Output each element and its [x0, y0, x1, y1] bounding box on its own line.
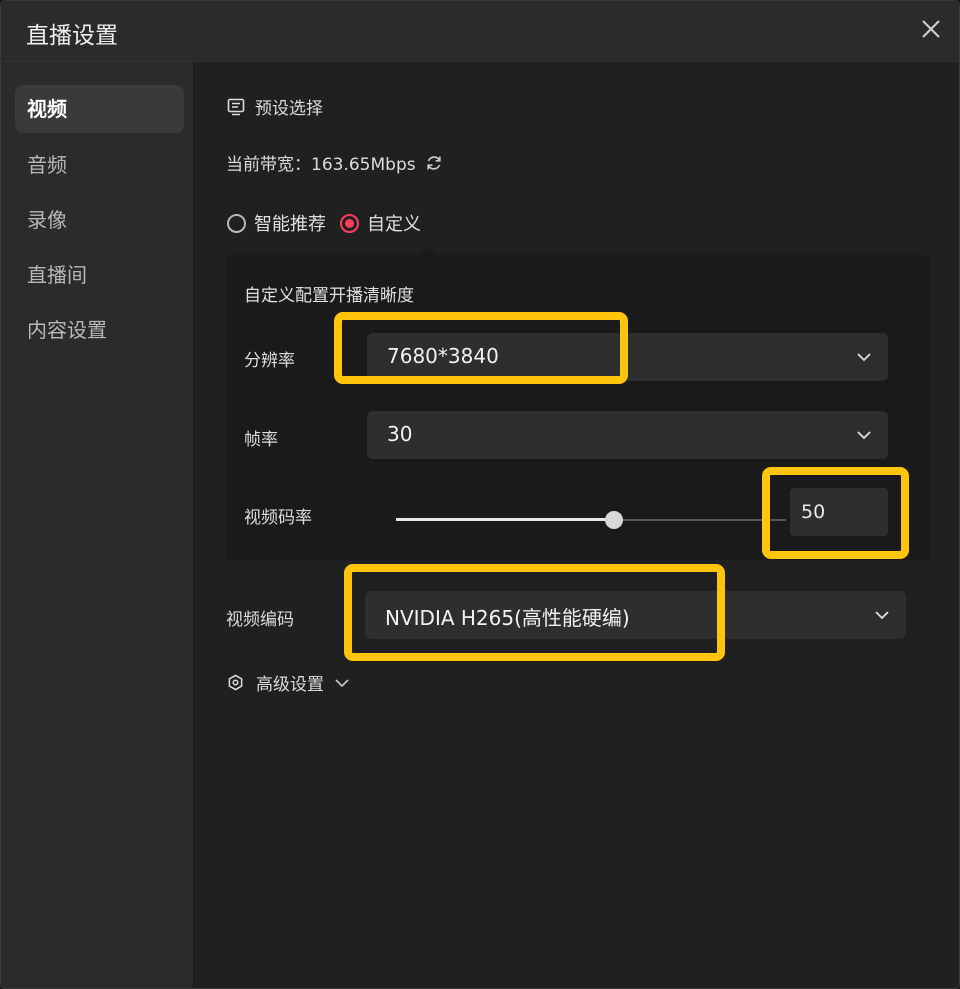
- advanced-settings-label: 高级设置: [256, 675, 324, 695]
- close-button[interactable]: [917, 15, 945, 43]
- sidebar-item-video[interactable]: 视频: [15, 85, 184, 133]
- sidebar-item-recording[interactable]: 录像: [15, 196, 184, 244]
- custom-config-title: 自定义配置开播清晰度: [244, 286, 414, 306]
- refresh-icon[interactable]: [424, 153, 444, 173]
- slider-thumb[interactable]: [605, 511, 623, 529]
- mode-radio-group: 智能推荐 自定义: [227, 210, 435, 236]
- sidebar: 视频 音频 录像 直播间 内容设置: [1, 62, 194, 988]
- main-panel: 预设选择 当前带宽：163.65Mbps 智能推荐 自定义 自定义配置开播清晰度…: [195, 62, 959, 988]
- resolution-select[interactable]: 7680*3840: [367, 333, 888, 381]
- radio-checked-icon: [340, 213, 359, 233]
- codec-select[interactable]: NVIDIA H265(高性能硬编): [365, 591, 906, 639]
- monitor-list-icon: [227, 98, 245, 115]
- resolution-label: 分辨率: [244, 351, 295, 371]
- hexagon-settings-icon: [228, 674, 243, 691]
- chevron-down-icon: [857, 353, 871, 362]
- bitrate-slider[interactable]: [396, 510, 786, 530]
- framerate-select[interactable]: 30: [367, 411, 888, 459]
- bandwidth-row: 当前带宽：163.65Mbps: [226, 150, 444, 175]
- bitrate-input[interactable]: 50: [790, 488, 888, 536]
- radio-unchecked-icon: [227, 213, 246, 233]
- radio-label: 自定义: [367, 214, 421, 235]
- preset-label: 预设选择: [255, 99, 323, 119]
- chevron-down-icon: [875, 611, 889, 620]
- chevron-down-icon: [857, 431, 871, 440]
- dialog-title: 直播设置: [26, 23, 118, 49]
- sidebar-item-audio[interactable]: 音频: [15, 141, 184, 189]
- bitrate-label: 视频码率: [244, 508, 312, 528]
- slider-fill: [396, 518, 614, 521]
- live-settings-dialog: 直播设置 视频 音频 录像 直播间 内容设置 预设选择 当前带宽：163.65M…: [0, 0, 960, 989]
- bandwidth-text: 当前带宽：163.65Mbps: [226, 155, 416, 175]
- preset-select-button[interactable]: 预设选择: [227, 94, 323, 119]
- codec-label: 视频编码: [226, 610, 294, 630]
- close-icon: [922, 20, 940, 38]
- sidebar-item-content-settings[interactable]: 内容设置: [15, 306, 184, 354]
- advanced-settings-toggle[interactable]: 高级设置: [227, 670, 350, 695]
- panel-pointer: [420, 247, 436, 255]
- radio-label: 智能推荐: [254, 214, 326, 235]
- radio-custom[interactable]: 自定义: [340, 210, 421, 236]
- codec-value: NVIDIA H265(高性能硬编): [385, 606, 630, 630]
- sidebar-item-live-room[interactable]: 直播间: [15, 251, 184, 299]
- title-bar: 直播设置: [1, 1, 959, 62]
- framerate-label: 帧率: [244, 430, 278, 450]
- framerate-value: 30: [387, 422, 413, 446]
- radio-smart-recommend[interactable]: 智能推荐: [227, 210, 326, 236]
- resolution-value: 7680*3840: [387, 344, 499, 368]
- chevron-down-icon: [335, 678, 349, 687]
- custom-config-panel: 自定义配置开播清晰度 分辨率 7680*3840 帧率 30 视频码率 50: [226, 247, 930, 560]
